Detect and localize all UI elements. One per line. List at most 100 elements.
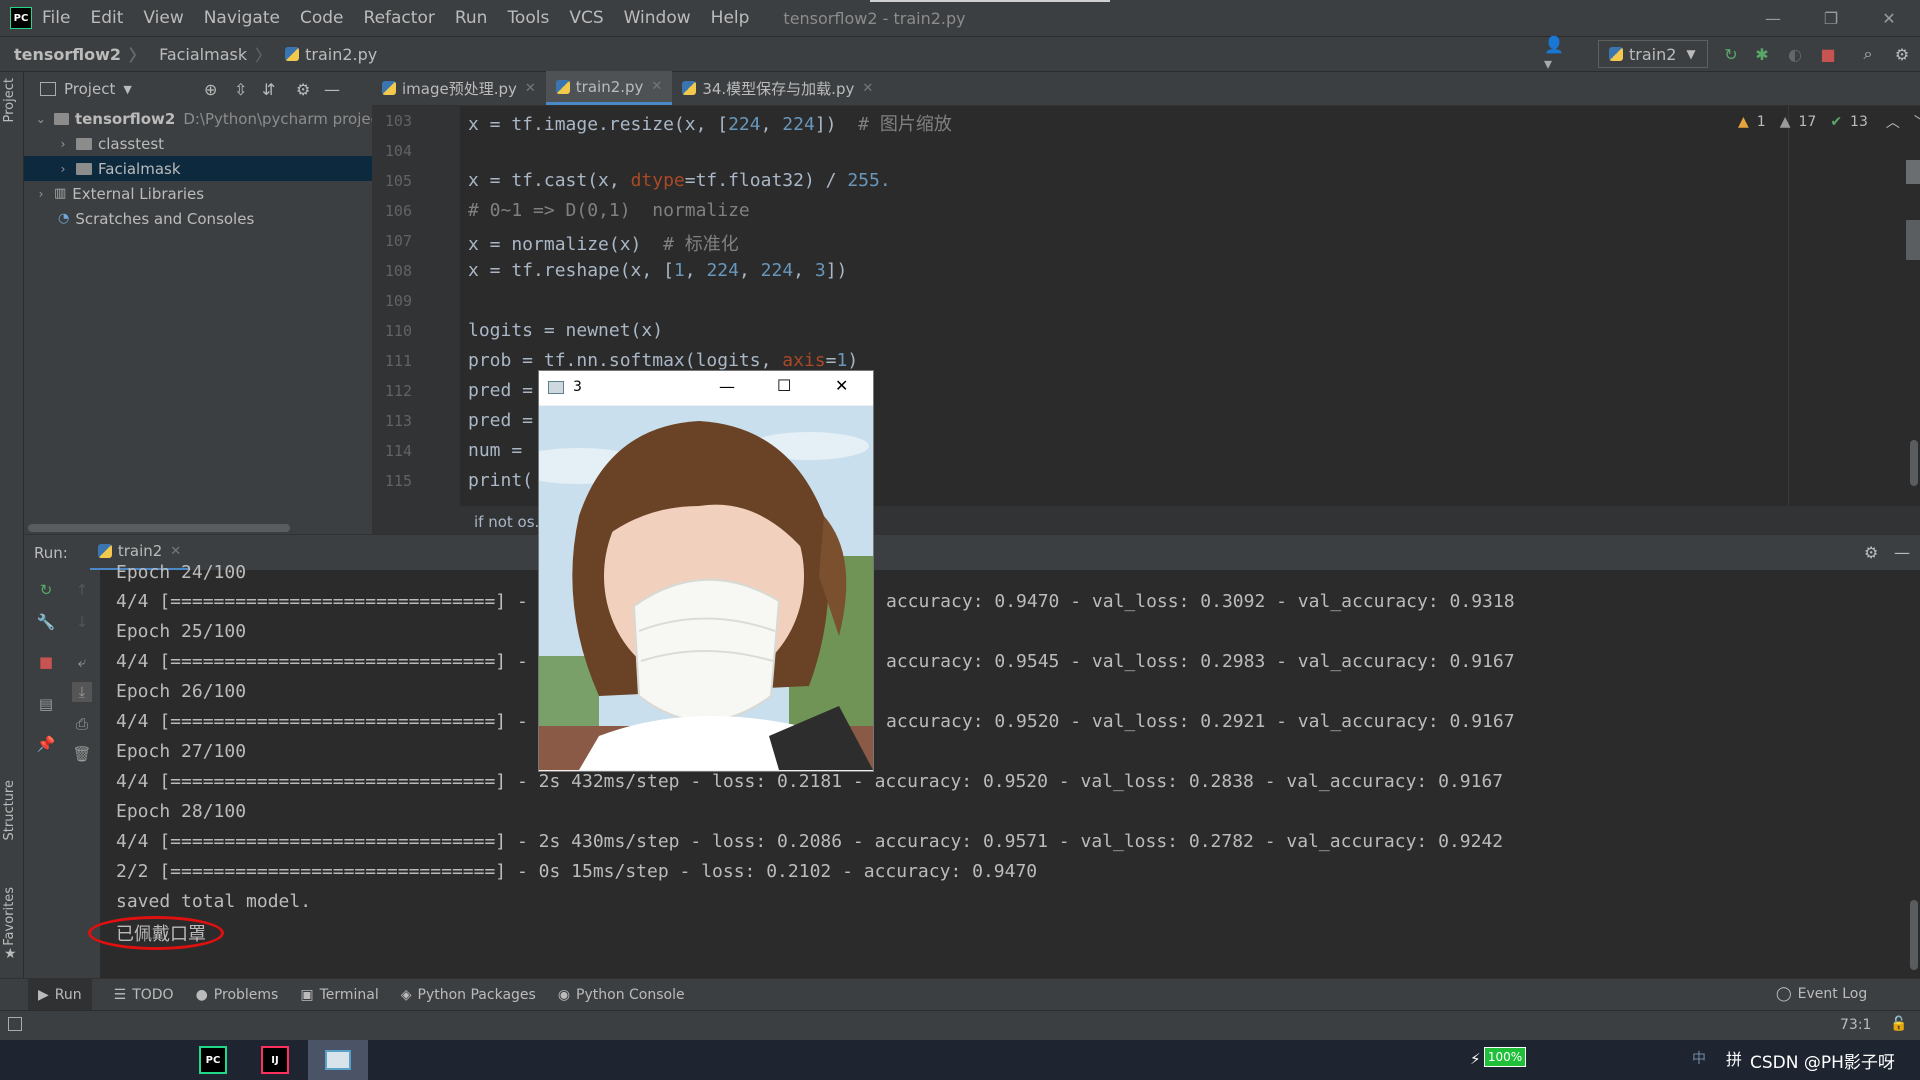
chevron-up-icon[interactable]: ︿ [1886, 112, 1900, 132]
caret-position[interactable]: 73:1 [1840, 1017, 1871, 1033]
close-tab-icon[interactable]: ✕ [170, 544, 181, 559]
menu-window[interactable]: Window [624, 8, 691, 28]
taskbar-intellij[interactable]: IJ [245, 1040, 305, 1080]
taskbar-pycharm[interactable]: PC [183, 1040, 243, 1080]
code-line-112[interactable]: pred = [468, 380, 533, 401]
expand-all-icon[interactable]: ⇳ [234, 80, 247, 99]
rerun-icon[interactable]: ↻ [36, 580, 56, 600]
tab-model-save-load[interactable]: 34.模型保存与加载.py ✕ [672, 71, 883, 105]
tab-image-preprocess[interactable]: image预处理.py ✕ [372, 71, 546, 105]
menu-run[interactable]: Run [455, 8, 488, 28]
hide-run-panel-icon[interactable]: — [1894, 543, 1910, 562]
chevron-down-icon[interactable]: ▼ [123, 83, 131, 96]
minimize-icon[interactable]: — [1744, 0, 1802, 36]
panel-settings-gear-icon[interactable]: ⚙ [296, 80, 310, 99]
project-horizontal-scrollbar[interactable] [28, 524, 290, 532]
debug-bug-icon[interactable]: ✱ [1752, 44, 1772, 64]
user-icon[interactable]: 👤▾ [1544, 35, 1564, 73]
tree-item-root[interactable]: ⌄ tensorflow2 D:\Python\pycharm projec [24, 106, 372, 131]
run-configuration-select[interactable]: train2 ▼ [1598, 40, 1708, 68]
tree-item-external-libraries[interactable]: › ▥ External Libraries [24, 181, 372, 206]
close-tab-icon[interactable]: ✕ [862, 81, 873, 96]
restore-icon[interactable]: ❐ [1802, 0, 1860, 36]
collapse-all-icon[interactable]: ⇵ [262, 80, 275, 99]
tool-event-log[interactable]: ◯ Event Log [1776, 986, 1867, 1002]
layout-icon[interactable]: ▤ [36, 694, 56, 714]
close-tab-icon[interactable]: ✕ [525, 81, 536, 96]
menu-edit[interactable]: Edit [90, 8, 123, 28]
code-line-105[interactable]: x = tf.cast(x, dtype=tf.float32) / 255. [468, 170, 891, 191]
tool-python-console[interactable]: ◉ Python Console [558, 987, 685, 1003]
popup-maximize-icon[interactable]: ☐ [777, 376, 791, 395]
search-icon[interactable]: ⌕ [1858, 44, 1878, 64]
battery-indicator[interactable]: 100% [1484, 1047, 1526, 1067]
breadcrumb-file[interactable]: train2.py [285, 45, 377, 64]
tree-item-scratches[interactable]: ◔ Scratches and Consoles [24, 206, 372, 231]
scroll-to-end-icon[interactable]: ⤓ [72, 682, 92, 702]
editor-vertical-scrollbar[interactable] [1910, 440, 1918, 486]
side-tab-project[interactable]: Project [2, 78, 17, 122]
taskbar-image-viewer[interactable] [308, 1040, 368, 1080]
chevron-down-icon[interactable]: ﹀ [1914, 112, 1920, 132]
code-line-115[interactable]: print( [468, 470, 533, 491]
menu-file[interactable]: File [42, 8, 70, 28]
menu-tools[interactable]: Tools [507, 8, 549, 28]
side-tab-favorites[interactable]: Favorites [2, 887, 17, 946]
tool-run[interactable]: ▶ Run [28, 978, 92, 1011]
print-icon[interactable]: ⎙ [72, 714, 92, 734]
side-tab-structure[interactable]: Structure [2, 780, 17, 840]
run-settings-gear-icon[interactable]: ⚙ [1864, 543, 1878, 562]
breadcrumb-folder[interactable]: Facialmask 〉 [159, 42, 271, 66]
stop-icon[interactable]: ■ [1818, 44, 1838, 64]
code-line-107[interactable]: x = normalize(x) # 标准化 [468, 230, 739, 256]
breadcrumb-project[interactable]: tensorflow2 〉 [14, 42, 145, 66]
trash-icon[interactable]: 🗑 [72, 744, 92, 764]
hide-panel-icon[interactable]: — [324, 80, 340, 99]
toggle-tool-windows-icon[interactable] [8, 1017, 22, 1031]
code-line-111[interactable]: prob = tf.nn.softmax(logits, axis=1) [468, 350, 858, 371]
pin-icon[interactable]: 📌 [36, 734, 56, 754]
popup-close-icon[interactable]: ✕ [835, 376, 848, 395]
chevron-right-icon[interactable]: › [34, 187, 48, 201]
code-line-106[interactable]: # 0~1 => D(0,1) normalize [468, 200, 750, 221]
close-window-icon[interactable]: ✕ [1860, 0, 1918, 36]
menu-view[interactable]: View [143, 8, 183, 28]
chevron-right-icon[interactable]: › [56, 137, 70, 151]
chevron-right-icon[interactable]: › [56, 162, 70, 176]
error-stripe-marker[interactable] [1906, 220, 1920, 260]
tool-python-packages[interactable]: ◈ Python Packages [401, 987, 536, 1003]
locate-target-icon[interactable]: ⊕ [204, 80, 217, 99]
project-panel-title[interactable]: Project [64, 80, 115, 98]
rerun-icon[interactable]: ↻ [1721, 44, 1741, 64]
code-line-108[interactable]: x = tf.reshape(x, [1, 224, 224, 3]) [468, 260, 847, 281]
close-tab-icon[interactable]: ✕ [651, 79, 662, 94]
input-method-icon[interactable]: 中 [1692, 1048, 1706, 1068]
wrench-icon[interactable]: 🔧 [36, 612, 56, 632]
menu-refactor[interactable]: Refactor [364, 8, 435, 28]
code-line-113[interactable]: pred = [468, 410, 533, 431]
console-vertical-scrollbar[interactable] [1910, 900, 1918, 970]
chevron-down-icon[interactable]: ⌄ [34, 112, 48, 126]
coverage-icon[interactable]: ◐ [1785, 44, 1805, 64]
tool-problems[interactable]: ● Problems [196, 987, 279, 1003]
popup-titlebar[interactable] [539, 371, 873, 405]
tree-item-classtest[interactable]: › classtest [24, 131, 372, 156]
code-line-114[interactable]: num = [468, 440, 533, 461]
tab-train2[interactable]: train2.py ✕ [545, 71, 673, 105]
menu-help[interactable]: Help [711, 8, 750, 28]
settings-gear-icon[interactable]: ⚙ [1892, 44, 1912, 64]
tree-item-facialmask[interactable]: › Facialmask [24, 156, 372, 181]
tool-terminal[interactable]: ▣ Terminal [300, 987, 378, 1003]
popup-minimize-icon[interactable]: — [719, 377, 735, 396]
menu-code[interactable]: Code [300, 8, 344, 28]
keyboard-layout-icon[interactable]: 拼 [1726, 1046, 1742, 1070]
stop-icon[interactable]: ■ [36, 652, 56, 672]
arrow-down-icon[interactable]: ↓ [72, 612, 92, 632]
inspection-widget[interactable]: ▲ 1 ▲ 17 ✔ 13 ︿ ﹀ [1738, 112, 1920, 132]
code-line-110[interactable]: logits = newnet(x) [468, 320, 663, 341]
code-line-103[interactable]: x = tf.image.resize(x, [224, 224]) # 图片缩… [468, 110, 952, 136]
menu-vcs[interactable]: VCS [569, 8, 603, 28]
error-stripe-marker[interactable] [1906, 160, 1920, 184]
arrow-up-icon[interactable]: ↑ [72, 580, 92, 600]
menu-navigate[interactable]: Navigate [204, 8, 280, 28]
